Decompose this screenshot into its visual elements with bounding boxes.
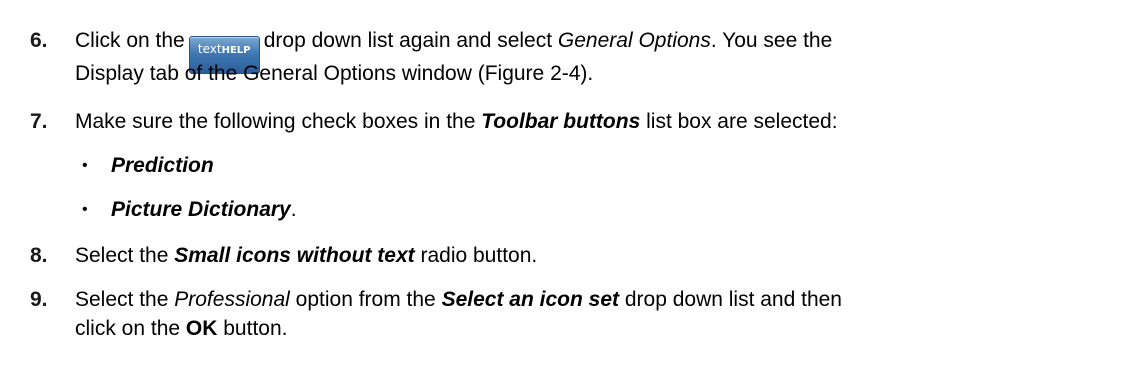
step-text: Make sure the following check boxes in t… — [75, 110, 838, 133]
bullet-icon: • — [82, 201, 88, 218]
step-number: 9. — [30, 288, 48, 311]
step-number: 7. — [30, 110, 48, 133]
step-number: 8. — [30, 244, 48, 267]
step-text: Select the Professional option from the … — [75, 288, 842, 311]
bullet-icon: • — [82, 157, 88, 174]
step-text: Select the Small icons without text radi… — [75, 244, 538, 267]
step-number: 6. — [30, 29, 48, 52]
